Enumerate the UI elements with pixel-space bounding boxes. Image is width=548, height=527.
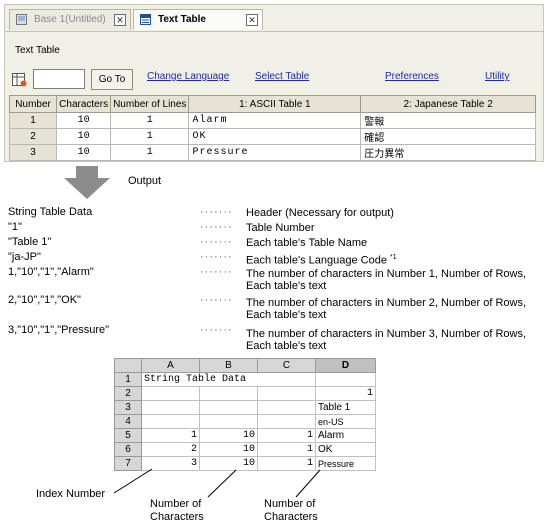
characters-callout: Number of Characters (150, 498, 204, 523)
callout-lines (113, 468, 321, 498)
index-number-callout: Index Number (36, 488, 106, 500)
characters-callout: Number of Characters (264, 498, 318, 523)
